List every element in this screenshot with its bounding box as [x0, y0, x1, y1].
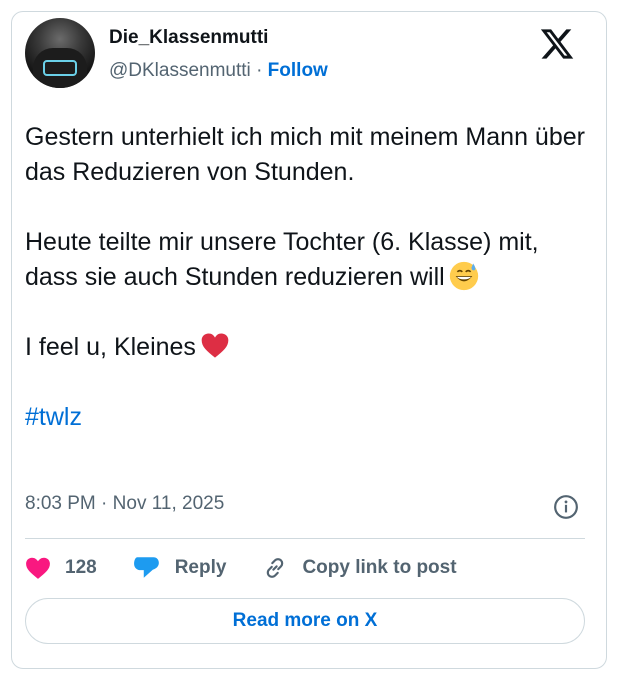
- post-paragraph-3: I feel u, Kleines: [25, 330, 585, 365]
- copy-link-label: Copy link to post: [302, 557, 457, 578]
- author-display-name[interactable]: Die_Klassenmutti: [109, 27, 268, 49]
- post-paragraph-3-text: I feel u, Kleines: [25, 333, 196, 361]
- post-date: Nov 11, 2025: [112, 493, 225, 514]
- link-icon: [267, 558, 284, 578]
- action-bar: 128 Reply Copy link to post: [25, 553, 493, 583]
- post-paragraph-2: Heute teilte mir unsere Tochter (6. Klas…: [25, 225, 585, 295]
- post-timestamp[interactable]: 8:03 PM · Nov 11, 2025: [25, 493, 224, 515]
- divider: [25, 538, 585, 539]
- info-icon[interactable]: [553, 494, 579, 520]
- follow-button[interactable]: Follow: [268, 60, 328, 81]
- grinning-face-with-sweat-icon: [449, 261, 478, 291]
- reply-button[interactable]: Reply: [133, 555, 227, 581]
- x-logo-icon[interactable]: [539, 26, 575, 62]
- post-text: Gestern unterhielt ich mich mit meinem M…: [25, 120, 585, 435]
- heart-icon: [26, 557, 50, 579]
- read-more-button[interactable]: Read more on X: [25, 598, 585, 644]
- like-count: 128: [65, 557, 97, 578]
- red-heart-icon: [201, 333, 229, 358]
- handle-separator: ·: [256, 60, 263, 81]
- avatar[interactable]: [25, 18, 95, 88]
- read-more-label: Read more on X: [232, 610, 378, 631]
- reply-bubble-icon: [133, 557, 159, 578]
- like-button[interactable]: 128: [25, 556, 97, 580]
- reply-label: Reply: [174, 557, 227, 578]
- author-handle[interactable]: @DKlassenmutti: [109, 60, 251, 81]
- hashtag-link[interactable]: #twlz: [25, 403, 82, 431]
- author-handle-row: @DKlassenmutti · Follow: [109, 60, 328, 82]
- timestamp-separator: ·: [101, 493, 108, 514]
- copy-link-button[interactable]: Copy link to post: [262, 555, 457, 581]
- post-time: 8:03 PM: [25, 493, 96, 514]
- post-paragraph-1: Gestern unterhielt ich mich mit meinem M…: [25, 123, 585, 186]
- avatar-badge: [43, 60, 77, 76]
